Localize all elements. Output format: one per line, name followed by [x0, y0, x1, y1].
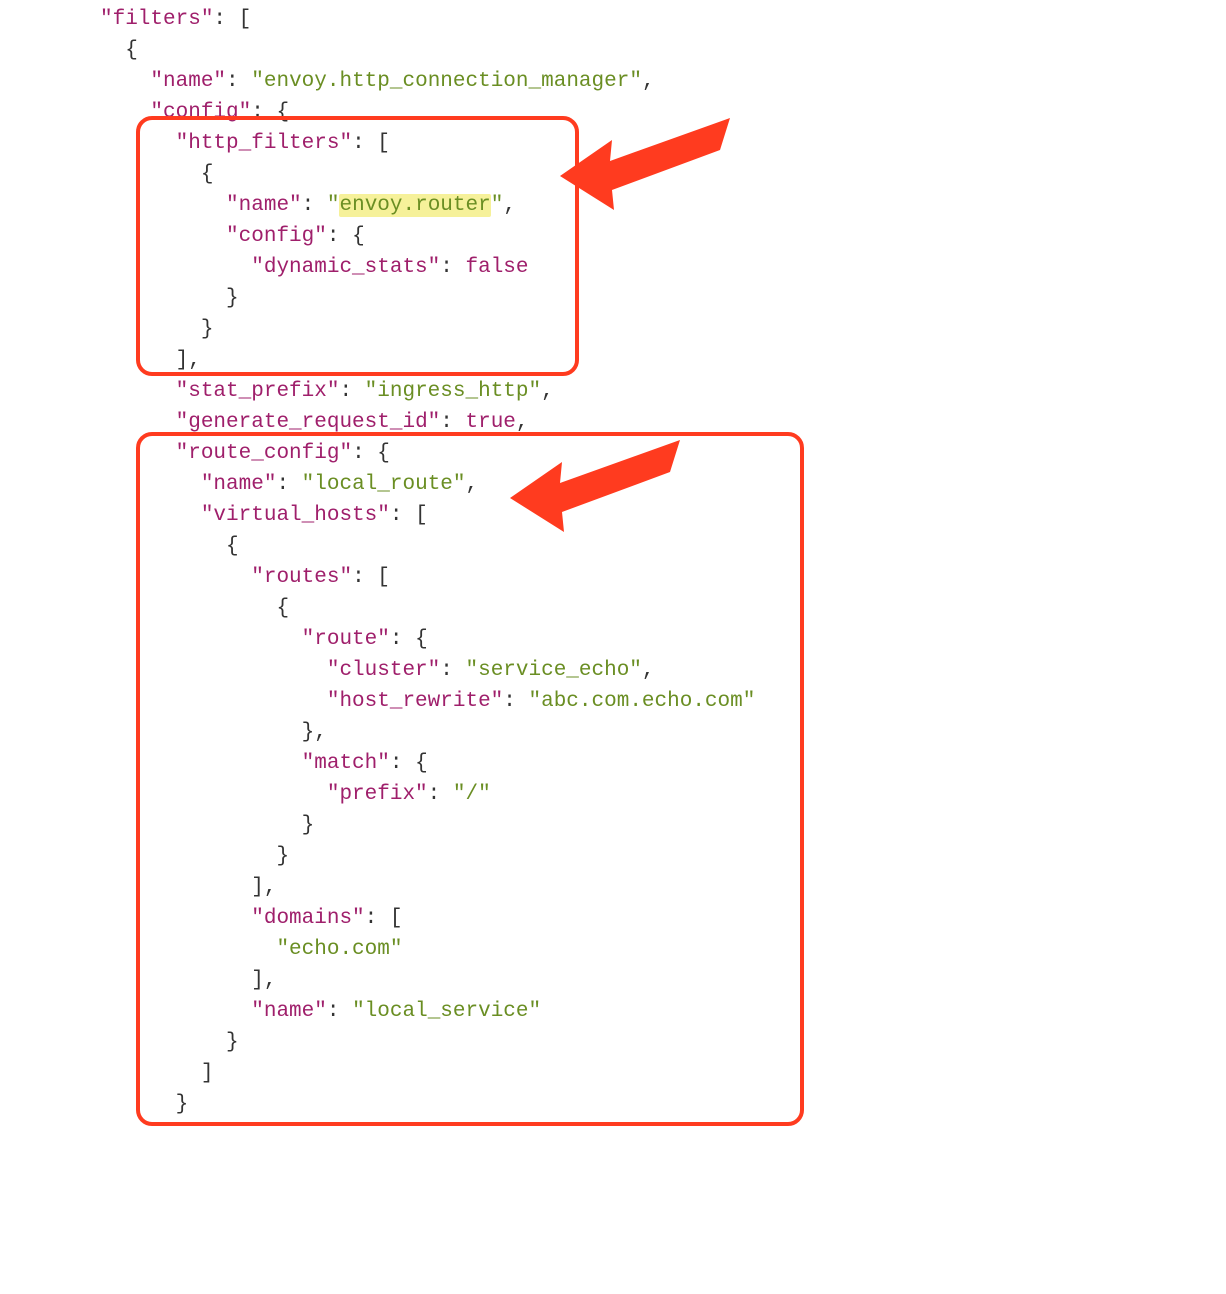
key-name: "name"	[201, 473, 277, 496]
key-config: "config"	[226, 225, 327, 248]
key-http-filters: "http_filters"	[176, 132, 352, 155]
val-echo: "echo.com"	[276, 938, 402, 961]
key-match: "match"	[302, 752, 390, 775]
key-route: "route"	[302, 628, 390, 651]
val-false: false	[465, 256, 528, 279]
val-host-rewrite: "abc.com.echo.com"	[529, 690, 756, 713]
key-generate-request-id: "generate_request_id"	[176, 411, 441, 434]
key-cluster: "cluster"	[327, 659, 440, 682]
key-stat-prefix: "stat_prefix"	[176, 380, 340, 403]
json-code: "filters": [ { "name": "envoy.http_conne…	[100, 4, 755, 1120]
key-dynamic-stats: "dynamic_stats"	[251, 256, 440, 279]
val-envoy-http: "envoy.http_connection_manager"	[251, 70, 642, 93]
val-local-route: "local_route"	[302, 473, 466, 496]
key-name: "name"	[251, 1000, 327, 1023]
val-true: true	[466, 411, 516, 434]
key-host-rewrite: "host_rewrite"	[327, 690, 503, 713]
key-route-config: "route_config"	[176, 442, 352, 465]
val-envoy-router: envoy.router	[339, 194, 490, 217]
key-domains: "domains"	[251, 907, 364, 930]
key-prefix: "prefix"	[327, 783, 428, 806]
key-virtual-hosts: "virtual_hosts"	[201, 504, 390, 527]
key-name: "name"	[226, 194, 302, 217]
val-slash: "/"	[453, 783, 491, 806]
key-filters: "filters"	[100, 8, 213, 31]
val-service-echo: "service_echo"	[465, 659, 641, 682]
val-ingress: "ingress_http"	[365, 380, 541, 403]
key-config: "config"	[150, 101, 251, 124]
val-local-service: "local_service"	[352, 1000, 541, 1023]
key-routes: "routes"	[251, 566, 352, 589]
key-name: "name"	[150, 70, 226, 93]
